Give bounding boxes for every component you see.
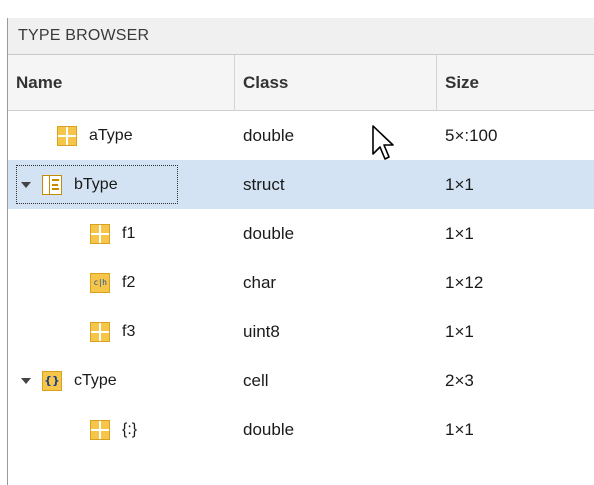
size-cell: 2×3: [445, 371, 474, 390]
variable-name: aType: [89, 126, 133, 144]
grid-icon: [57, 125, 77, 146]
variable-name: f3: [122, 322, 136, 340]
variable-name: f1: [122, 224, 136, 242]
class-cell: double: [243, 420, 295, 439]
variable-name: f2: [122, 273, 136, 291]
type-tree: aType double 5×:100 bType struct 1×1 f1 …: [8, 111, 594, 454]
tree-row-btype[interactable]: bType struct 1×1: [8, 160, 594, 209]
name-cell: bType: [16, 160, 178, 209]
class-cell: cell: [243, 371, 269, 390]
column-header-name[interactable]: Name: [16, 55, 62, 110]
tree-row-f2[interactable]: c|h f2 char 1×12: [8, 258, 594, 307]
column-header-class[interactable]: Class: [243, 55, 288, 110]
column-divider[interactable]: [234, 55, 235, 110]
size-cell: 5×:100: [445, 126, 498, 145]
cell-icon: {}: [42, 370, 62, 391]
grid-icon: [90, 321, 110, 342]
size-cell: 1×1: [445, 224, 474, 243]
grid-icon: [90, 223, 110, 244]
class-cell: char: [243, 273, 277, 292]
name-cell: {} cType: [20, 356, 117, 405]
size-cell: 1×1: [445, 420, 474, 439]
size-cell: 1×1: [445, 175, 474, 194]
name-cell: {:}: [90, 405, 137, 454]
struct-icon: [42, 174, 62, 195]
tree-row-f1[interactable]: f1 double 1×1: [8, 209, 594, 258]
type-browser-panel: TYPE BROWSER Name Class Size aType doubl…: [0, 0, 594, 485]
column-header-row: Name Class Size: [8, 55, 594, 111]
mouse-pointer-icon: [372, 125, 394, 160]
grid-icon: [90, 419, 110, 440]
tree-row-cell-contents[interactable]: {:} double 1×1: [8, 405, 594, 454]
tree-row-atype[interactable]: aType double 5×:100: [8, 111, 594, 160]
name-cell: f1: [90, 209, 135, 258]
variable-name: {:}: [122, 420, 138, 438]
class-cell: uint8: [243, 322, 280, 341]
column-divider[interactable]: [436, 55, 437, 110]
tree-row-f3[interactable]: f3 uint8 1×1: [8, 307, 594, 356]
name-cell: c|h f2: [90, 258, 135, 307]
char-icon: c|h: [90, 272, 110, 293]
focus-outline: [16, 165, 178, 204]
size-cell: 1×1: [445, 322, 474, 341]
size-cell: 1×12: [445, 273, 484, 292]
name-cell: aType: [57, 111, 133, 160]
class-cell: double: [243, 224, 295, 243]
name-cell: f3: [90, 307, 135, 356]
expand-arrow-icon[interactable]: [20, 356, 32, 405]
class-cell: double: [243, 126, 295, 145]
class-cell: struct: [243, 175, 285, 194]
column-header-size[interactable]: Size: [445, 55, 479, 110]
panel-title: TYPE BROWSER: [8, 18, 594, 55]
variable-name: cType: [74, 371, 117, 389]
tree-row-ctype[interactable]: {} cType cell 2×3: [8, 356, 594, 405]
